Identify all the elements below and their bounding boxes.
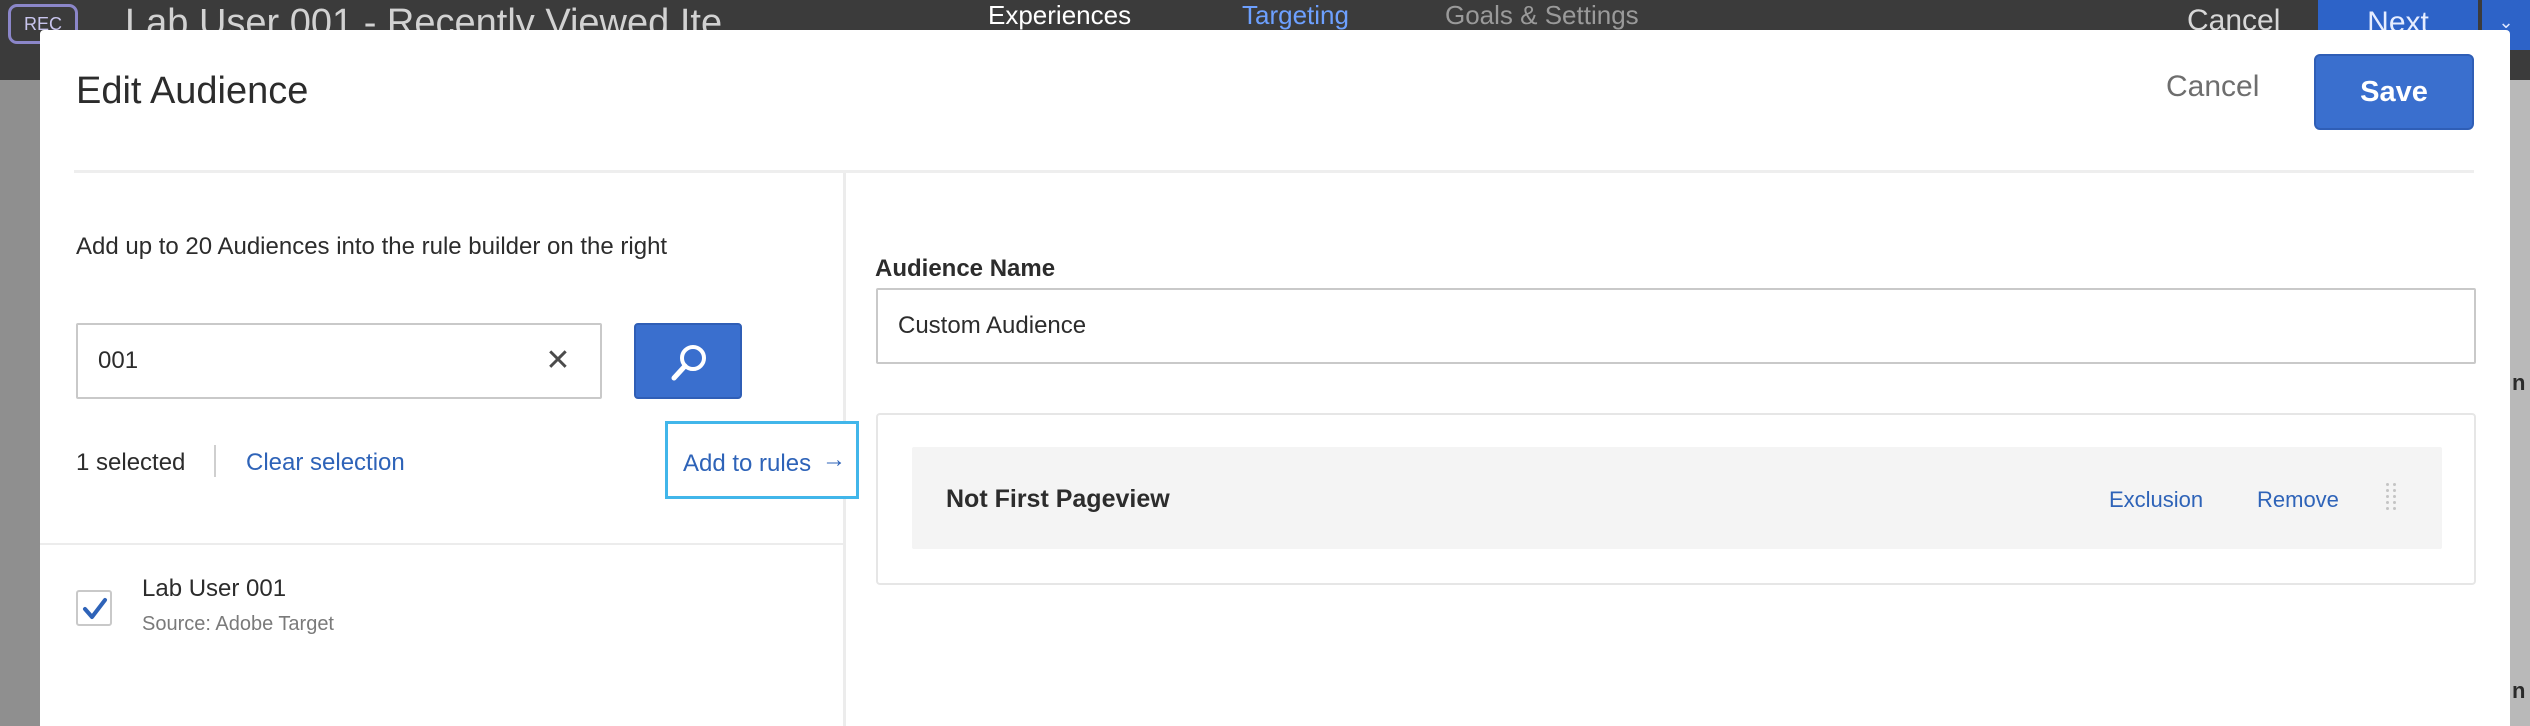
audience-name-label: Audience Name [875,255,1056,282]
search-box: ✕ [76,323,602,399]
list-divider [40,543,843,545]
result-source: Source: Adobe Target [142,613,334,635]
modal-title: Edit Audience [76,70,309,112]
instruction-text: Add up to 20 Audiences into the rule bui… [76,233,668,260]
remove-link[interactable]: Remove [2257,487,2339,513]
cancel-button[interactable]: Cancel [2166,70,2259,104]
selected-count: 1 selected [76,449,186,476]
rule-row: Not First Pageview Exclusion Remove [912,447,2442,549]
audience-picker-panel: Add up to 20 Audiences into the rule bui… [40,173,859,726]
add-to-rules-label: Add to rules [683,450,812,477]
divider [214,445,216,477]
arrow-right-icon: → [822,446,846,473]
exclusion-link[interactable]: Exclusion [2109,487,2203,513]
tab-experiences[interactable]: Experiences [988,0,1131,31]
search-button[interactable] [634,323,742,399]
rule-builder: Not First Pageview Exclusion Remove [876,413,2476,585]
clear-selection-link[interactable]: Clear selection [246,449,405,477]
result-title: Lab User 001 [142,575,287,602]
add-to-rules-button[interactable]: Add to rules → [665,421,859,499]
tab-targeting[interactable]: Targeting [1242,0,1349,31]
drag-handle-icon[interactable] [2386,483,2398,511]
result-checkbox[interactable] [76,590,112,626]
search-icon [671,345,706,381]
tab-goals-settings[interactable]: Goals & Settings [1445,0,1639,31]
clear-search-icon[interactable]: ✕ [538,341,578,381]
checkmark-icon [83,598,107,619]
save-button[interactable]: Save [2314,54,2474,130]
search-input[interactable] [98,325,528,397]
edit-audience-modal: Edit Audience Cancel Save Add up to 20 A… [40,30,2510,726]
rule-name: Not First Pageview [946,485,1170,513]
audience-name-input[interactable] [876,288,2476,364]
side-text: n [2512,370,2526,395]
side-text: n [2512,678,2526,703]
